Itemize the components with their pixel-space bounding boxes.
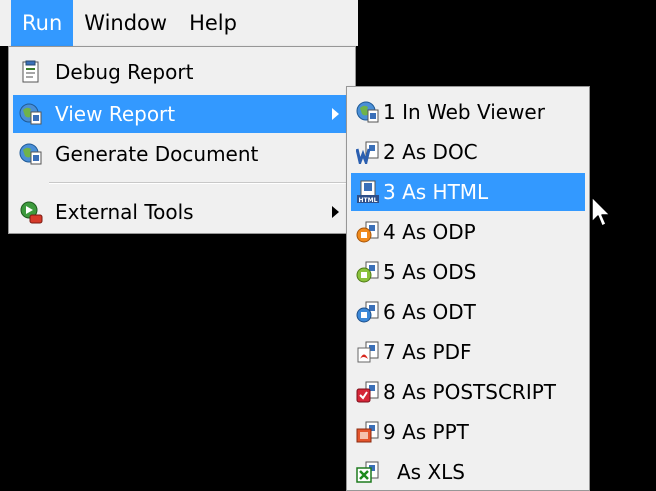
submenu-item-label: As XLS — [397, 460, 465, 484]
menu-item-label: Debug Report — [55, 60, 194, 84]
xls-doc-icon — [356, 461, 379, 483]
menu-item-generate-document[interactable]: Generate Document — [13, 135, 351, 173]
run-menu: Debug Report View Report Generate Docume… — [8, 46, 356, 234]
globe-report-icon — [19, 143, 42, 165]
submenu-item-label: 2 As DOC — [383, 140, 478, 164]
submenu-arrow-icon — [332, 108, 339, 120]
submenu-item-label: 6 As ODT — [383, 300, 476, 324]
menu-run[interactable]: Run — [11, 0, 74, 46]
submenu-item-label: 3 As HTML — [383, 180, 489, 204]
submenu-item-postscript[interactable]: 8 As POSTSCRIPT — [351, 373, 585, 411]
menu-item-debug-report[interactable]: Debug Report — [13, 53, 351, 91]
menu-window[interactable]: Window — [73, 0, 178, 46]
postscript-doc-icon — [356, 381, 379, 403]
html-doc-icon: HTML — [357, 180, 379, 204]
ppt-doc-icon — [356, 421, 379, 443]
submenu-item-web-viewer[interactable]: 1 In Web Viewer — [351, 93, 585, 131]
menu-item-view-report[interactable]: View Report — [13, 95, 351, 133]
submenu-arrow-icon — [332, 206, 339, 218]
external-tools-icon — [20, 201, 43, 224]
submenu-item-label: 4 As ODP — [383, 220, 476, 244]
submenu-item-odt[interactable]: 6 As ODT — [351, 293, 585, 331]
menu-separator — [49, 182, 351, 184]
odp-doc-icon — [356, 221, 379, 243]
menu-item-label: View Report — [55, 102, 176, 126]
menu-item-label: External Tools — [55, 200, 194, 224]
submenu-item-pdf[interactable]: 7 As PDF — [351, 333, 585, 371]
submenu-item-ppt[interactable]: 9 As PPT — [351, 413, 585, 451]
submenu-item-label: 1 In Web Viewer — [383, 100, 545, 124]
submenu-item-label: 9 As PPT — [383, 420, 469, 444]
odt-doc-icon — [356, 301, 379, 323]
menu-item-external-tools[interactable]: External Tools — [13, 193, 351, 231]
globe-report-icon — [356, 101, 379, 123]
report-page-icon — [22, 60, 39, 83]
submenu-item-ods[interactable]: 5 As ODS — [351, 253, 585, 291]
submenu-item-label: 8 As POSTSCRIPT — [383, 380, 556, 404]
view-report-submenu: 1 In Web Viewer 2 As DOC HTML 3 As HTML — [346, 86, 590, 491]
word-doc-icon — [356, 141, 379, 164]
submenu-item-html[interactable]: HTML 3 As HTML — [351, 173, 585, 211]
menu-help[interactable]: Help — [178, 0, 248, 46]
submenu-item-doc[interactable]: 2 As DOC — [351, 133, 585, 171]
menu-bar: Run Window Help — [0, 0, 358, 46]
menu-item-label: Generate Document — [55, 142, 259, 166]
ods-doc-icon — [356, 261, 379, 283]
submenu-item-odp[interactable]: 4 As ODP — [351, 213, 585, 251]
submenu-item-xls[interactable]: As XLS — [351, 453, 585, 491]
svg-text:HTML: HTML — [359, 197, 378, 204]
submenu-item-label: 7 As PDF — [383, 340, 472, 364]
submenu-item-label: 5 As ODS — [383, 260, 477, 284]
mouse-pointer-icon — [591, 196, 611, 227]
screen: Run Window Help Debug Report View Report — [0, 0, 656, 491]
globe-report-icon — [19, 103, 42, 125]
pdf-doc-icon — [357, 341, 379, 363]
